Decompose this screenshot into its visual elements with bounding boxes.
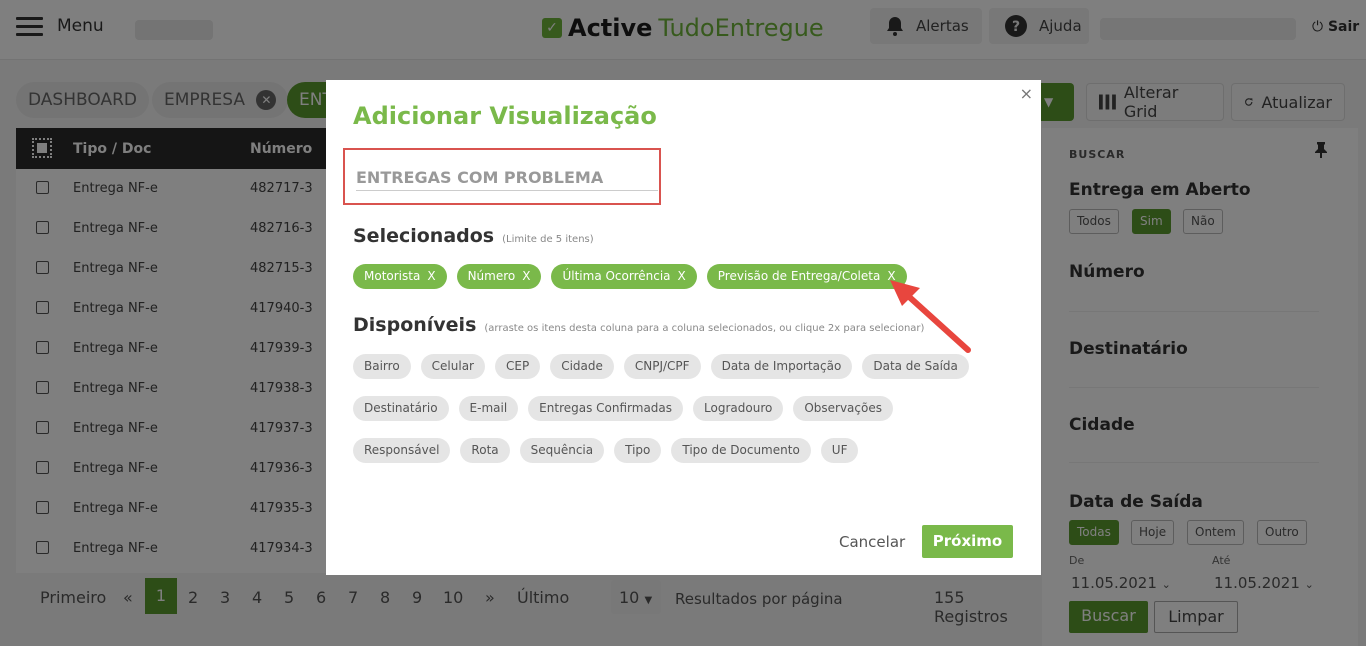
remove-tag-icon[interactable]: X xyxy=(678,269,686,283)
next-button[interactable]: Próximo xyxy=(922,525,1013,558)
available-title: Disponíveis xyxy=(353,314,477,336)
tag-label: Motorista xyxy=(364,269,421,283)
available-item[interactable]: E-mail xyxy=(458,396,519,421)
available-item[interactable]: Celular xyxy=(420,354,485,379)
selected-tag-numero[interactable]: Número X xyxy=(456,264,542,289)
available-item[interactable]: Tipo de Documento xyxy=(671,438,811,463)
available-item[interactable]: Rota xyxy=(460,438,510,463)
available-item[interactable]: Sequência xyxy=(519,438,605,463)
modal-title: Adicionar Visualização xyxy=(353,102,657,130)
selected-title: Selecionados xyxy=(353,225,495,247)
available-item[interactable]: Destinatário xyxy=(353,396,449,421)
available-section-title: Disponíveis (arraste os itens desta colun… xyxy=(353,314,943,336)
tag-label: Previsão de Entrega/Coleta xyxy=(717,269,881,283)
available-instruction-note: (arraste os itens desta coluna para a co… xyxy=(484,323,925,334)
close-icon[interactable]: × xyxy=(1020,84,1033,103)
remove-tag-icon[interactable]: X xyxy=(522,269,530,283)
available-item[interactable]: Observações xyxy=(793,396,893,421)
available-item[interactable]: Bairro xyxy=(353,354,411,379)
tag-label: Última Ocorrência xyxy=(562,269,671,283)
selected-section-title: Selecionados (Limite de 5 itens) xyxy=(353,225,594,247)
available-item[interactable]: CEP xyxy=(494,354,541,379)
available-item[interactable]: UF xyxy=(820,438,859,463)
tag-label: Número xyxy=(467,269,516,283)
available-list: Bairro Celular CEP Cidade CNPJ/CPF Data … xyxy=(353,354,993,463)
available-item[interactable]: Cidade xyxy=(550,354,614,379)
available-item[interactable]: Responsável xyxy=(353,438,451,463)
selected-tag-ultima-ocorrencia[interactable]: Última Ocorrência X xyxy=(551,264,697,289)
available-item[interactable]: Logradouro xyxy=(693,396,784,421)
available-item[interactable]: Data de Saída xyxy=(862,354,969,379)
selected-tag-previsao[interactable]: Previsão de Entrega/Coleta X xyxy=(706,264,907,289)
available-item[interactable]: CNPJ/CPF xyxy=(623,354,701,379)
view-name-highlight xyxy=(343,148,661,205)
remove-tag-icon[interactable]: X xyxy=(427,269,435,283)
selected-limit-note: (Limite de 5 itens) xyxy=(502,234,594,245)
selected-tag-motorista[interactable]: Motorista X xyxy=(353,264,447,289)
view-name-input[interactable] xyxy=(356,167,658,191)
available-item[interactable]: Entregas Confirmadas xyxy=(528,396,684,421)
add-view-modal: × Adicionar Visualização Selecionados (Li… xyxy=(326,80,1041,575)
cancel-button[interactable]: Cancelar xyxy=(839,533,905,551)
available-item[interactable]: Tipo xyxy=(614,438,662,463)
available-item[interactable]: Data de Importação xyxy=(710,354,853,379)
